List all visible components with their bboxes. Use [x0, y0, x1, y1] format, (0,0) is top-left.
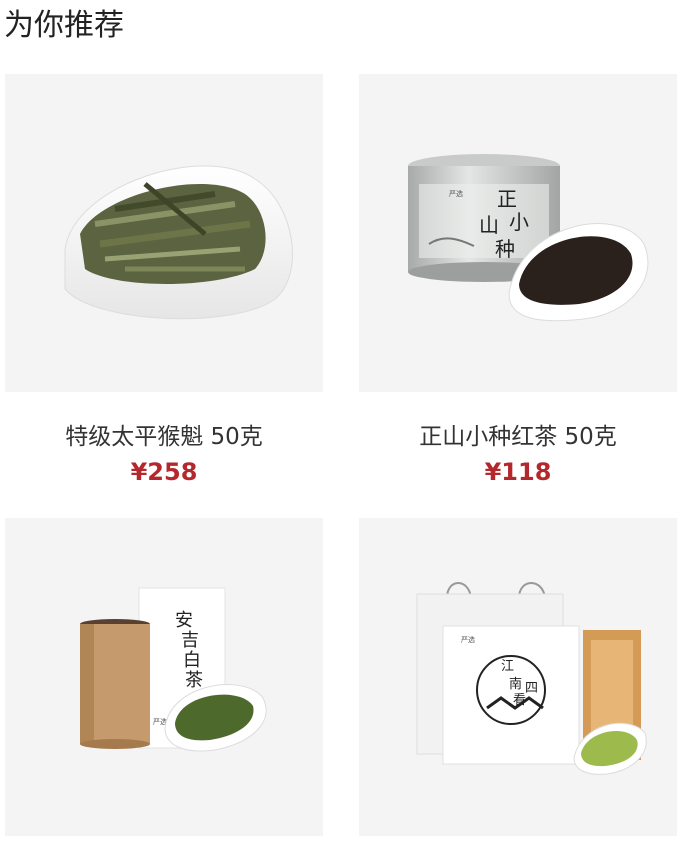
- svg-text:正: 正: [497, 187, 517, 211]
- product-image[interactable]: [5, 74, 323, 392]
- product-price: ¥258: [130, 458, 198, 486]
- svg-text:种: 种: [495, 237, 515, 261]
- product-price: ¥118: [484, 458, 552, 486]
- svg-text:小: 小: [509, 210, 529, 234]
- svg-text:严选: 严选: [153, 717, 167, 726]
- product-grid: 特级太平猴魁 50克 ¥258 严选 正 山 小 种 正山小种红茶 50克 ¥1…: [0, 0, 682, 845]
- svg-text:白: 白: [183, 650, 201, 671]
- product-image[interactable]: 严选 江 南 四 看: [359, 518, 677, 836]
- svg-text:严选: 严选: [449, 189, 463, 198]
- product-image[interactable]: 严选 正 山 小 种: [359, 74, 677, 392]
- svg-text:严选: 严选: [461, 635, 475, 644]
- product-name[interactable]: 特级太平猴魁 50克: [5, 420, 323, 454]
- product-card[interactable]: 安 吉 白 茶 严选: [5, 518, 323, 864]
- product-card[interactable]: 严选 江 南 四 看: [359, 518, 677, 864]
- svg-text:四: 四: [525, 681, 538, 696]
- product-image[interactable]: 安 吉 白 茶 严选: [5, 518, 323, 836]
- svg-text:吉: 吉: [181, 630, 199, 651]
- svg-text:江: 江: [501, 659, 514, 674]
- svg-text:南: 南: [509, 676, 522, 692]
- product-card[interactable]: 严选 正 山 小 种 正山小种红茶 50克 ¥118: [359, 74, 677, 490]
- product-card[interactable]: 特级太平猴魁 50克 ¥258: [5, 74, 323, 490]
- svg-text:山: 山: [479, 213, 499, 237]
- product-name[interactable]: 正山小种红茶 50克: [359, 420, 677, 454]
- svg-text:安: 安: [175, 610, 193, 631]
- svg-text:茶: 茶: [185, 670, 203, 691]
